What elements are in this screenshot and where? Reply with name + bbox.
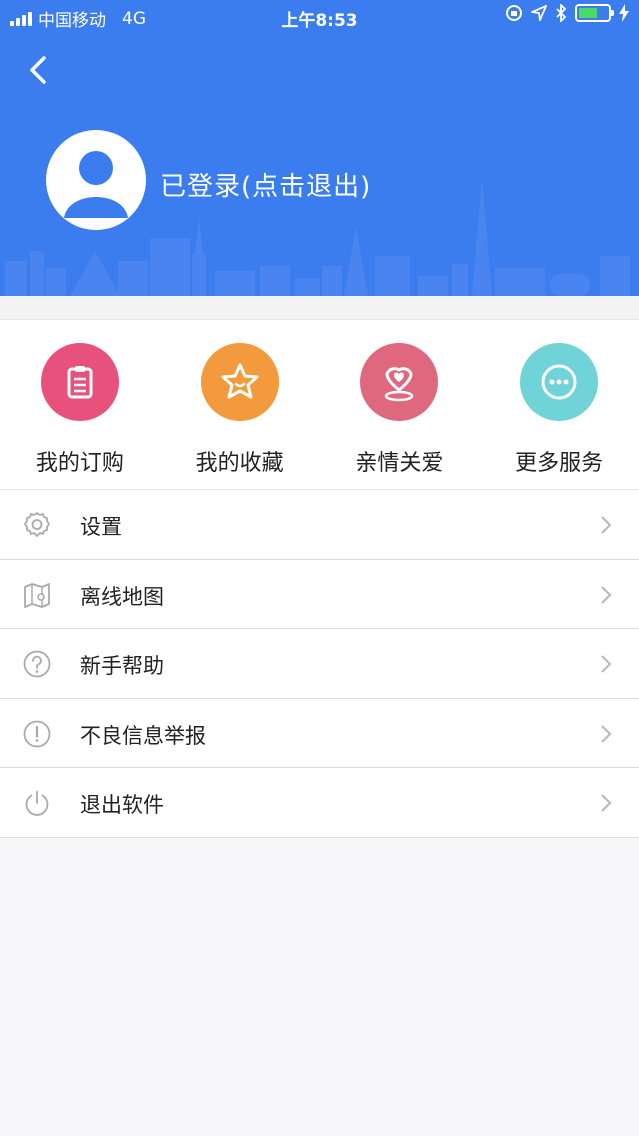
chevron-right-icon xyxy=(601,655,612,673)
map-icon xyxy=(24,582,50,608)
orientation-lock-icon xyxy=(506,5,522,21)
chevron-right-icon xyxy=(601,585,612,604)
chevron-right-icon xyxy=(601,516,612,534)
menu-item-label: 新手帮助 xyxy=(80,654,164,678)
menu-item-settings[interactable]: 设置 xyxy=(0,490,639,560)
quick-actions: 我的订购 我的收藏 亲情关爱 更多服务 xyxy=(0,320,639,490)
chevron-right-icon xyxy=(601,724,612,743)
star-icon xyxy=(200,343,279,421)
menu-item-label: 不良信息举报 xyxy=(80,723,206,748)
warning-icon xyxy=(23,720,51,747)
quick-action-label: 亲情关爱 xyxy=(355,451,444,476)
menu-item-offline-map[interactable]: 离线地图 xyxy=(0,560,639,629)
menu-item-exit-app[interactable]: 退出软件 xyxy=(0,768,639,838)
login-status-logout[interactable]: 已登录(点击退出) xyxy=(160,166,371,203)
menu-item-help[interactable]: 新手帮助 xyxy=(0,629,639,699)
quick-action-family-care[interactable]: 亲情关爱 xyxy=(320,320,480,489)
user-avatar-icon xyxy=(64,151,128,218)
avatar[interactable] xyxy=(46,130,146,230)
menu-item-label: 离线地图 xyxy=(80,584,164,609)
bluetooth-icon xyxy=(556,4,567,22)
menu-item-label: 退出软件 xyxy=(80,793,164,817)
menu-item-label: 设置 xyxy=(80,515,122,539)
battery-icon xyxy=(575,4,614,22)
profile-header: 中国移动 4G 上午8:53 已登录(点击退出) xyxy=(0,0,639,296)
quick-action-label: 更多服务 xyxy=(515,451,604,476)
settings-menu: 设置 离线地图 新手帮助 不良信息举报 退出软件 xyxy=(0,490,639,838)
chevron-left-icon xyxy=(30,56,46,84)
quick-action-label: 我的订购 xyxy=(35,451,124,476)
chevron-right-icon xyxy=(601,794,612,812)
location-arrow-icon xyxy=(531,5,547,21)
gear-icon xyxy=(24,512,50,537)
quick-action-label: 我的收藏 xyxy=(195,451,284,476)
more-dots-icon xyxy=(520,343,599,421)
quick-action-favorites[interactable]: 我的收藏 xyxy=(160,320,320,489)
heart-location-icon xyxy=(360,343,439,421)
back-button[interactable] xyxy=(24,52,56,88)
clipboard-icon xyxy=(40,343,119,421)
quick-action-orders[interactable]: 我的订购 xyxy=(0,320,160,489)
charging-bolt-icon xyxy=(619,4,629,22)
status-bar: 中国移动 4G 上午8:53 xyxy=(0,0,639,34)
power-icon xyxy=(25,790,49,816)
menu-item-report[interactable]: 不良信息举报 xyxy=(0,699,639,768)
help-icon xyxy=(23,650,51,678)
quick-action-more-services[interactable]: 更多服务 xyxy=(479,320,639,489)
section-divider xyxy=(0,296,639,320)
